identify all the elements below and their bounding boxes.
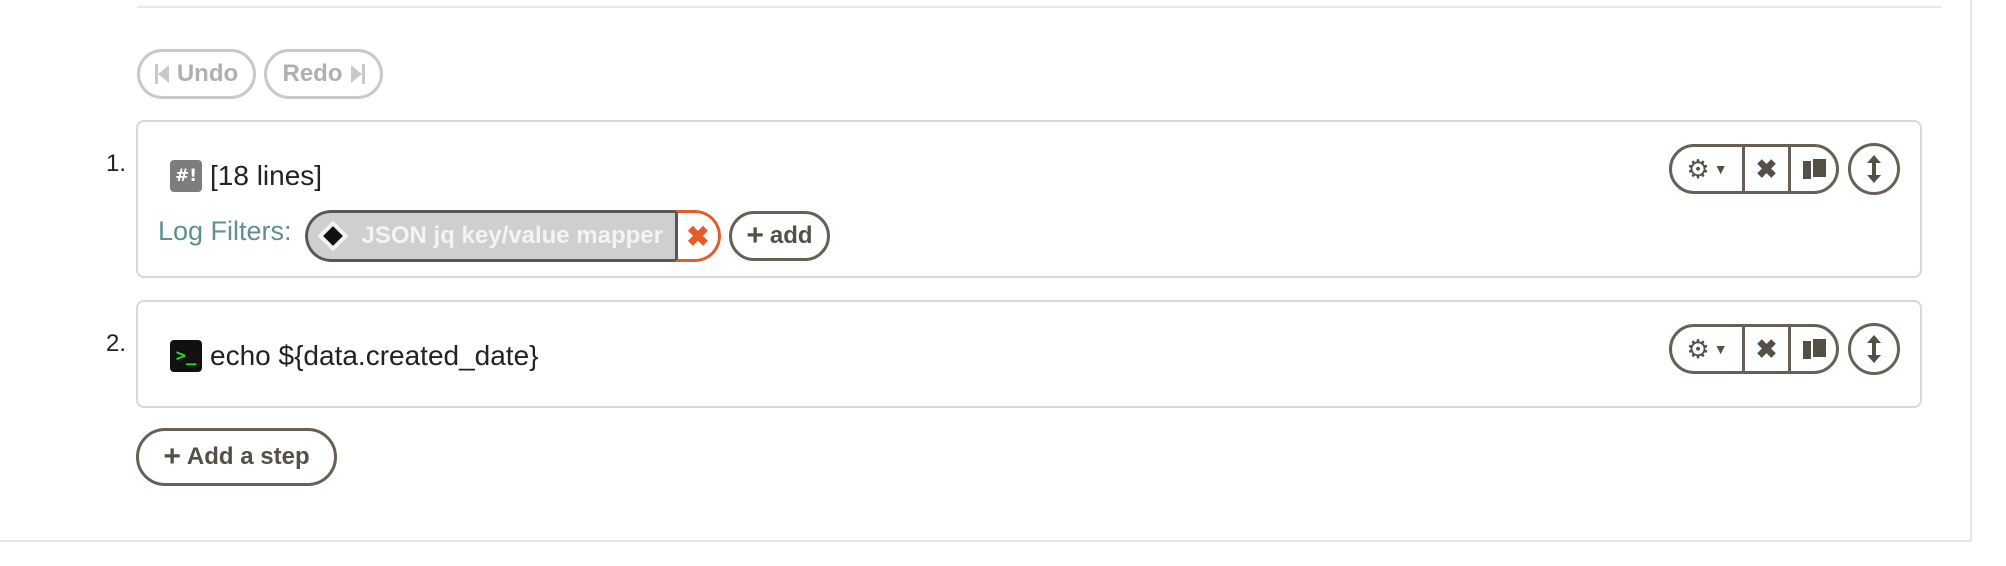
- undo-label: Undo: [176, 60, 239, 87]
- delete-step-button[interactable]: ✖: [1742, 327, 1788, 371]
- top-divider: [137, 6, 1941, 8]
- redo-button[interactable]: Redo: [264, 49, 383, 99]
- remove-filter-button[interactable]: ✖: [675, 210, 721, 262]
- log-filters-label: Log Filters:: [158, 216, 292, 246]
- log-filter-name: JSON jq key/value mapper: [361, 222, 663, 249]
- caret-down-icon: ▼: [1713, 341, 1728, 357]
- log-filter-chip[interactable]: JSON jq key/value mapper ✖: [305, 210, 721, 262]
- step-toolbar: ⚙ ▼ ✖: [1669, 144, 1839, 194]
- gear-icon: ⚙: [1686, 153, 1710, 184]
- settings-dropdown[interactable]: ⚙ ▼: [1672, 327, 1742, 371]
- close-icon: ✖: [686, 220, 710, 252]
- shebang-script-icon: #!: [170, 160, 202, 192]
- reorder-step-handle[interactable]: [1848, 143, 1900, 195]
- vertical-arrows-icon: [1867, 335, 1881, 363]
- step-card[interactable]: #! [18 lines] Log Filters: JSON jq key/v…: [136, 120, 1922, 278]
- gear-icon: ⚙: [1686, 333, 1710, 364]
- right-divider: [1970, 0, 1972, 542]
- step-command-text[interactable]: [18 lines]: [210, 160, 322, 192]
- reorder-step-handle[interactable]: [1848, 323, 1900, 375]
- skip-back-icon: [154, 64, 169, 84]
- terminal-icon: >_: [170, 340, 202, 372]
- close-icon: ✖: [1755, 333, 1778, 364]
- step-toolbar: ⚙ ▼ ✖: [1669, 324, 1839, 374]
- duplicate-step-button[interactable]: [1788, 327, 1836, 371]
- copy-icon: [1802, 157, 1828, 181]
- plus-icon: +: [746, 219, 764, 252]
- settings-dropdown[interactable]: ⚙ ▼: [1672, 147, 1742, 191]
- add-step-button[interactable]: + Add a step: [136, 428, 337, 486]
- step-command-text[interactable]: echo ${data.created_date}: [210, 340, 539, 372]
- step-card[interactable]: >_ echo ${data.created_date} ⚙ ▼ ✖: [136, 300, 1922, 408]
- step-number: 2.: [106, 330, 127, 357]
- caret-down-icon: ▼: [1713, 161, 1728, 177]
- log-filter-label-area[interactable]: JSON jq key/value mapper: [305, 210, 675, 262]
- close-icon: ✖: [1755, 153, 1778, 184]
- add-step-label: Add a step: [186, 443, 310, 470]
- vertical-arrows-icon: [1867, 155, 1881, 183]
- add-filter-label: add: [769, 222, 813, 249]
- skip-forward-icon: [350, 64, 365, 84]
- undo-button[interactable]: Undo: [137, 49, 256, 99]
- duplicate-step-button[interactable]: [1788, 147, 1836, 191]
- bottom-divider: [0, 540, 1972, 542]
- step-number: 1.: [106, 150, 127, 177]
- add-filter-button[interactable]: + add: [729, 211, 830, 261]
- plus-icon: +: [163, 440, 181, 473]
- delete-step-button[interactable]: ✖: [1742, 147, 1788, 191]
- jq-diamond-icon: [318, 221, 348, 251]
- redo-label: Redo: [282, 60, 343, 87]
- copy-icon: [1802, 337, 1828, 361]
